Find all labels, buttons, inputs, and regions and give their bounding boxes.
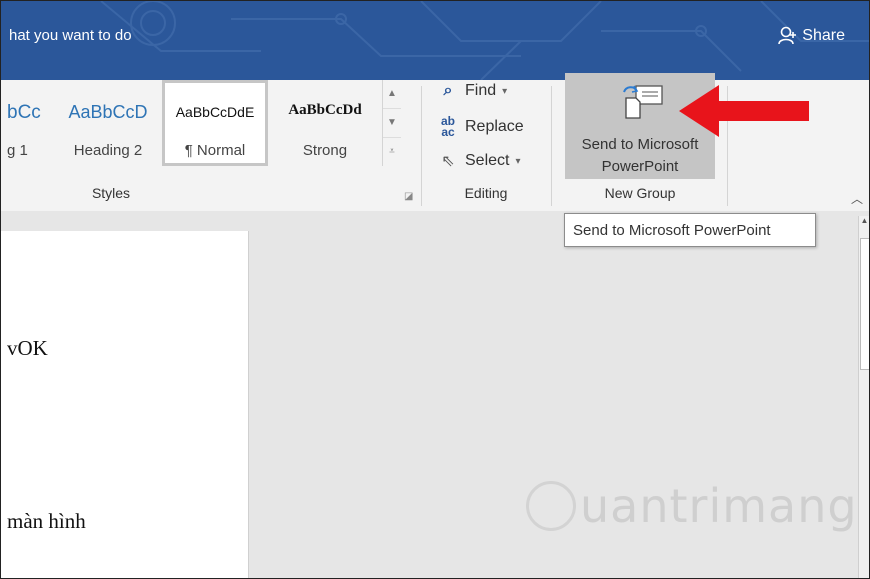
- style-heading-2[interactable]: AaBbCcD Heading 2: [55, 80, 161, 166]
- share-button[interactable]: Share: [778, 26, 845, 46]
- style-sample: AaBbCcD: [68, 102, 148, 122]
- scrollbar-thumb[interactable]: [860, 238, 869, 370]
- tell-me-search[interactable]: hat you want to do: [9, 27, 132, 44]
- document-page[interactable]: vOK màn hình: [1, 231, 249, 578]
- word-window: hat you want to do Share bCc g 1 AaBbCcD…: [0, 0, 870, 579]
- watermark: uantrimang: [526, 479, 858, 533]
- send-label-line2: PowerPoint: [601, 158, 679, 175]
- replace-icon: ab ac: [440, 114, 455, 139]
- document-text-line: vOK: [7, 336, 48, 360]
- search-icon: ⌕: [443, 82, 453, 99]
- style-normal[interactable]: AaBbCcDdE ¶ Normal: [162, 80, 268, 166]
- lightbulb-logo-icon: [526, 481, 576, 531]
- group-separator: [551, 86, 552, 206]
- share-label: Share: [802, 27, 845, 44]
- dialog-launcher-icon[interactable]: ◪: [404, 191, 413, 202]
- document-text-line: màn hình: [7, 509, 86, 533]
- find-label: Find: [465, 82, 497, 99]
- editing-group-label: Editing: [464, 185, 508, 201]
- send-to-powerpoint-icon: [623, 85, 663, 119]
- cursor-arrow-icon: ⇖: [441, 153, 455, 170]
- person-add-icon: [778, 26, 797, 45]
- gallery-down-icon[interactable]: ▼: [383, 109, 401, 138]
- watermark-text: uantrimang: [580, 479, 858, 533]
- send-to-powerpoint-label: Send to Microsoft PowerPoint: [565, 134, 715, 178]
- style-strong[interactable]: AaBbCcDd Strong: [269, 80, 381, 166]
- title-bar: hat you want to do Share: [1, 1, 869, 80]
- group-separator: [421, 86, 422, 206]
- scroll-up-icon[interactable]: ▲: [859, 216, 869, 228]
- collapse-ribbon-icon[interactable]: ︿: [851, 190, 863, 207]
- tooltip: Send to Microsoft PowerPoint: [564, 213, 816, 247]
- styles-gallery: bCc g 1 AaBbCcD Heading 2 AaBbCcDdE ¶ No…: [1, 80, 381, 166]
- style-name: Heading 2: [73, 142, 143, 159]
- style-sample: AaBbCcDd: [288, 102, 362, 118]
- style-name: ¶ Normal: [184, 142, 246, 159]
- new-group-label: New Group: [604, 185, 676, 201]
- style-heading-1[interactable]: bCc g 1: [1, 80, 53, 166]
- chevron-down-icon: ▾: [502, 85, 508, 97]
- select-label: Select: [465, 152, 510, 169]
- vertical-scrollbar[interactable]: ▲: [858, 216, 869, 578]
- style-sample: AaBbCcDdE: [175, 104, 255, 120]
- styles-group-label: Styles: [91, 185, 131, 201]
- find-button[interactable]: ⌕ Find ▾: [437, 82, 508, 100]
- style-name: g 1: [7, 142, 28, 159]
- gallery-scroll: ▲ ▼ ⩡: [382, 80, 401, 166]
- chevron-down-icon: ▾: [515, 155, 521, 167]
- replace-label: Replace: [465, 118, 524, 135]
- replace-button[interactable]: ab ac Replace: [437, 114, 524, 139]
- gallery-up-icon[interactable]: ▲: [383, 80, 401, 109]
- style-sample: bCc: [7, 102, 41, 123]
- gallery-more-icon[interactable]: ⩡: [383, 138, 401, 166]
- red-arrow-annotation: [679, 85, 809, 137]
- select-button[interactable]: ⇖ Select ▾: [437, 151, 521, 171]
- style-name: Strong: [302, 142, 348, 159]
